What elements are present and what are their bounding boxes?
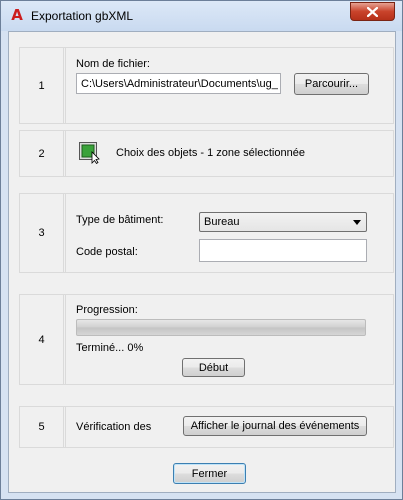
select-objects-icon[interactable]	[79, 142, 101, 164]
verification-label: Vérification des	[76, 421, 152, 433]
section-5-panel: 5 Vérification des Afficher le journal d…	[19, 406, 394, 448]
close-icon	[367, 6, 378, 17]
section-divider	[65, 48, 66, 123]
section-5-number: 5	[38, 421, 45, 433]
section-3-number-cell: 3	[20, 194, 64, 272]
choose-objects-status: Choix des objets - 1 zone sélectionnée	[116, 147, 305, 159]
section-1-panel: 1 Nom de fichier: C:\Users\Administrateu…	[19, 47, 394, 124]
postal-code-input[interactable]	[199, 239, 367, 262]
section-4-panel: 4 Progression: Terminé... 0% Début	[19, 294, 394, 385]
filename-input[interactable]: C:\Users\Administrateur\Documents\ug_	[76, 73, 281, 94]
section-1-number-cell: 1	[20, 48, 64, 123]
section-2-number: 2	[38, 147, 45, 160]
section-3-number: 3	[38, 227, 45, 239]
dialog-client-area: 1 Nom de fichier: C:\Users\Administrateu…	[8, 31, 396, 493]
title-bar[interactable]: A Exportation gbXML	[1, 1, 402, 31]
window-close-button[interactable]	[350, 2, 395, 21]
section-1-number: 1	[38, 79, 45, 92]
show-event-log-button[interactable]: Afficher le journal des événements	[183, 416, 367, 436]
window-title: Exportation gbXML	[31, 9, 134, 23]
section-3-panel: 3 Type de bâtiment: Bureau Code postal:	[19, 193, 394, 273]
section-4-number-cell: 4	[20, 295, 64, 384]
section-2-number-cell: 2	[20, 131, 64, 176]
progress-status-text: Terminé... 0%	[76, 342, 144, 354]
close-dialog-button[interactable]: Fermer	[173, 463, 246, 484]
building-type-select[interactable]: Bureau	[199, 212, 367, 232]
postal-code-label: Code postal:	[76, 246, 138, 258]
section-divider	[65, 194, 66, 272]
section-divider	[65, 131, 66, 176]
filename-label: Nom de fichier:	[76, 58, 150, 70]
export-dialog-window: A Exportation gbXML 1 Nom de fichier: C:…	[0, 0, 403, 500]
section-5-number-cell: 5	[20, 407, 64, 447]
section-4-number: 4	[38, 333, 45, 346]
building-type-label: Type de bâtiment:	[76, 214, 164, 226]
section-divider	[65, 295, 66, 384]
chevron-down-icon	[353, 220, 361, 225]
progress-bar	[76, 319, 366, 336]
section-divider	[65, 407, 66, 447]
building-type-value: Bureau	[204, 216, 240, 228]
start-button[interactable]: Début	[182, 358, 245, 377]
section-2-panel: 2 Choix des objets - 1 zone sélectionnée	[19, 130, 394, 177]
progress-label: Progression:	[76, 304, 138, 316]
browse-button[interactable]: Parcourir...	[294, 73, 369, 95]
autocad-app-icon[interactable]: A	[9, 6, 25, 24]
